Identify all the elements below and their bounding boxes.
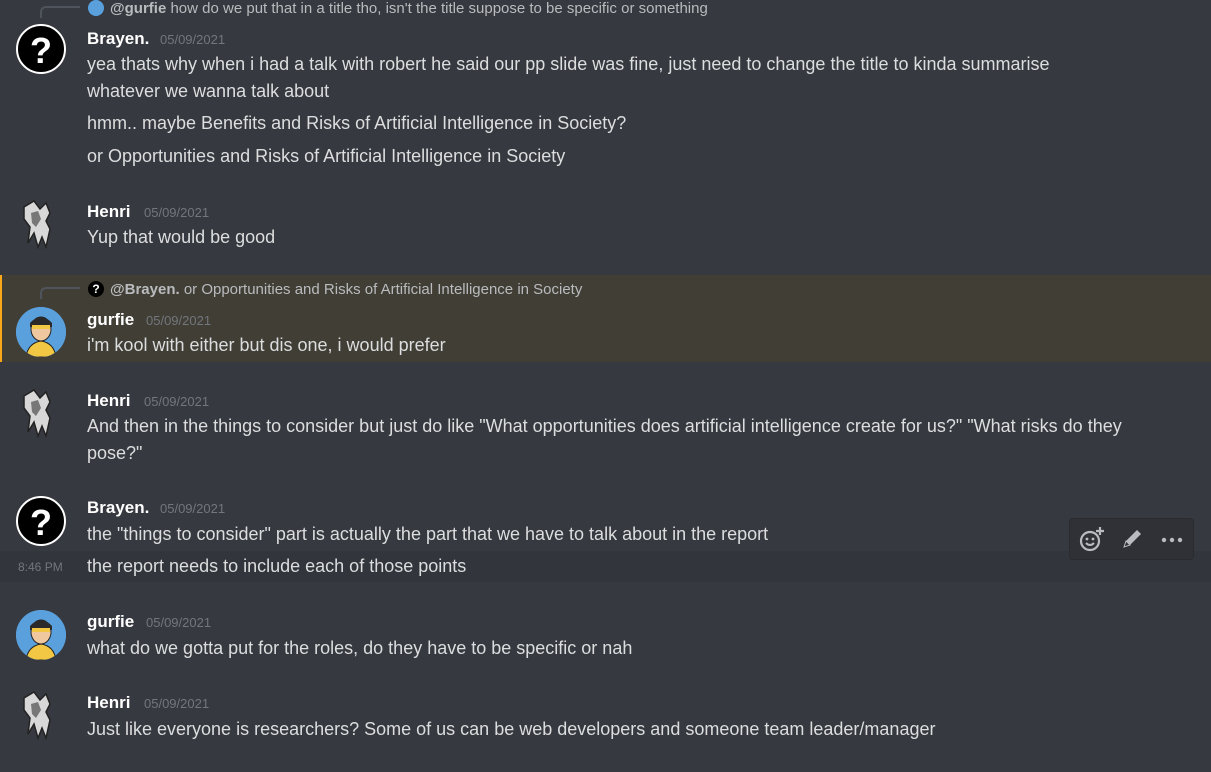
message-toolbar xyxy=(1069,518,1194,560)
author-name[interactable]: Henri xyxy=(87,202,130,222)
reply-mention[interactable]: @Brayen. xyxy=(110,281,180,298)
avatar[interactable] xyxy=(16,610,66,660)
message-text: Just like everyone is researchers? Some … xyxy=(87,719,936,739)
henri-avatar-icon xyxy=(23,691,51,740)
timestamp: 05/09/2021 xyxy=(160,501,226,516)
reply-spine xyxy=(40,287,80,299)
reply-mention[interactable]: @gurfie xyxy=(110,0,166,17)
timestamp: 05/09/2021 xyxy=(146,615,212,630)
avatar[interactable]: ? xyxy=(16,496,66,546)
message-text: i'm kool with either but dis one, i woul… xyxy=(87,335,446,355)
reply-text: how do we put that in a title tho, isn't… xyxy=(170,0,708,17)
reply-avatar xyxy=(88,0,104,16)
timestamp: 05/09/2021 xyxy=(160,32,226,47)
message-text: And then in the things to consider but j… xyxy=(87,416,1122,463)
message-text: the report needs to include each of thos… xyxy=(87,556,467,576)
more-options-button[interactable] xyxy=(1156,523,1188,555)
add-reaction-button[interactable] xyxy=(1076,523,1108,555)
avatar-glyph: ? xyxy=(92,282,100,296)
avatar-glyph: ? xyxy=(30,502,52,543)
avatar[interactable] xyxy=(16,388,66,438)
author-name[interactable]: Henri xyxy=(87,391,130,411)
timestamp: 05/09/2021 xyxy=(144,696,210,711)
mention-bar xyxy=(0,275,2,362)
hover-timestamp: 8:46 PM xyxy=(18,560,63,574)
author-name[interactable]: Henri xyxy=(87,693,130,713)
message-text: or Opportunities and Risks of Artificial… xyxy=(87,146,566,166)
message-text: Yup that would be good xyxy=(87,227,276,247)
avatar-glyph: ? xyxy=(30,30,52,71)
avatar[interactable] xyxy=(16,690,66,740)
reply-spine xyxy=(40,6,80,18)
gurfie-avatar-icon xyxy=(16,307,66,357)
reply-text: or Opportunities and Risks of Artificial… xyxy=(183,281,583,298)
gurfie-avatar-icon xyxy=(16,610,66,660)
message-text: hmm.. maybe Benefits and Risks of Artifi… xyxy=(87,113,627,133)
message-text: what do we gotta put for the roles, do t… xyxy=(87,638,633,658)
more-dots-icon xyxy=(1161,537,1183,543)
avatar[interactable]: ? xyxy=(16,24,66,74)
reply-preview[interactable]: @gurfie how do we put that in a title th… xyxy=(110,0,708,17)
message-text: yea thats why when i had a talk with rob… xyxy=(87,54,1050,101)
reply-preview[interactable]: @Brayen. or Opportunities and Risks of A… xyxy=(110,281,582,298)
henri-avatar-icon xyxy=(23,200,51,249)
timestamp: 05/09/2021 xyxy=(144,394,210,409)
message-text: the "things to consider" part is actuall… xyxy=(87,524,769,544)
reply-avatar: ? xyxy=(88,281,104,297)
edit-pencil-icon xyxy=(1123,530,1141,548)
timestamp: 05/09/2021 xyxy=(146,313,212,328)
avatar[interactable] xyxy=(16,199,66,249)
author-name[interactable]: Brayen. xyxy=(87,498,149,518)
henri-avatar-icon xyxy=(23,389,51,438)
author-name[interactable]: gurfie xyxy=(87,310,134,330)
add-reaction-icon xyxy=(1079,527,1104,552)
author-name[interactable]: Brayen. xyxy=(87,29,149,49)
timestamp: 05/09/2021 xyxy=(144,205,210,220)
avatar[interactable] xyxy=(16,307,66,357)
edit-button[interactable] xyxy=(1116,523,1148,555)
author-name[interactable]: gurfie xyxy=(87,612,134,632)
